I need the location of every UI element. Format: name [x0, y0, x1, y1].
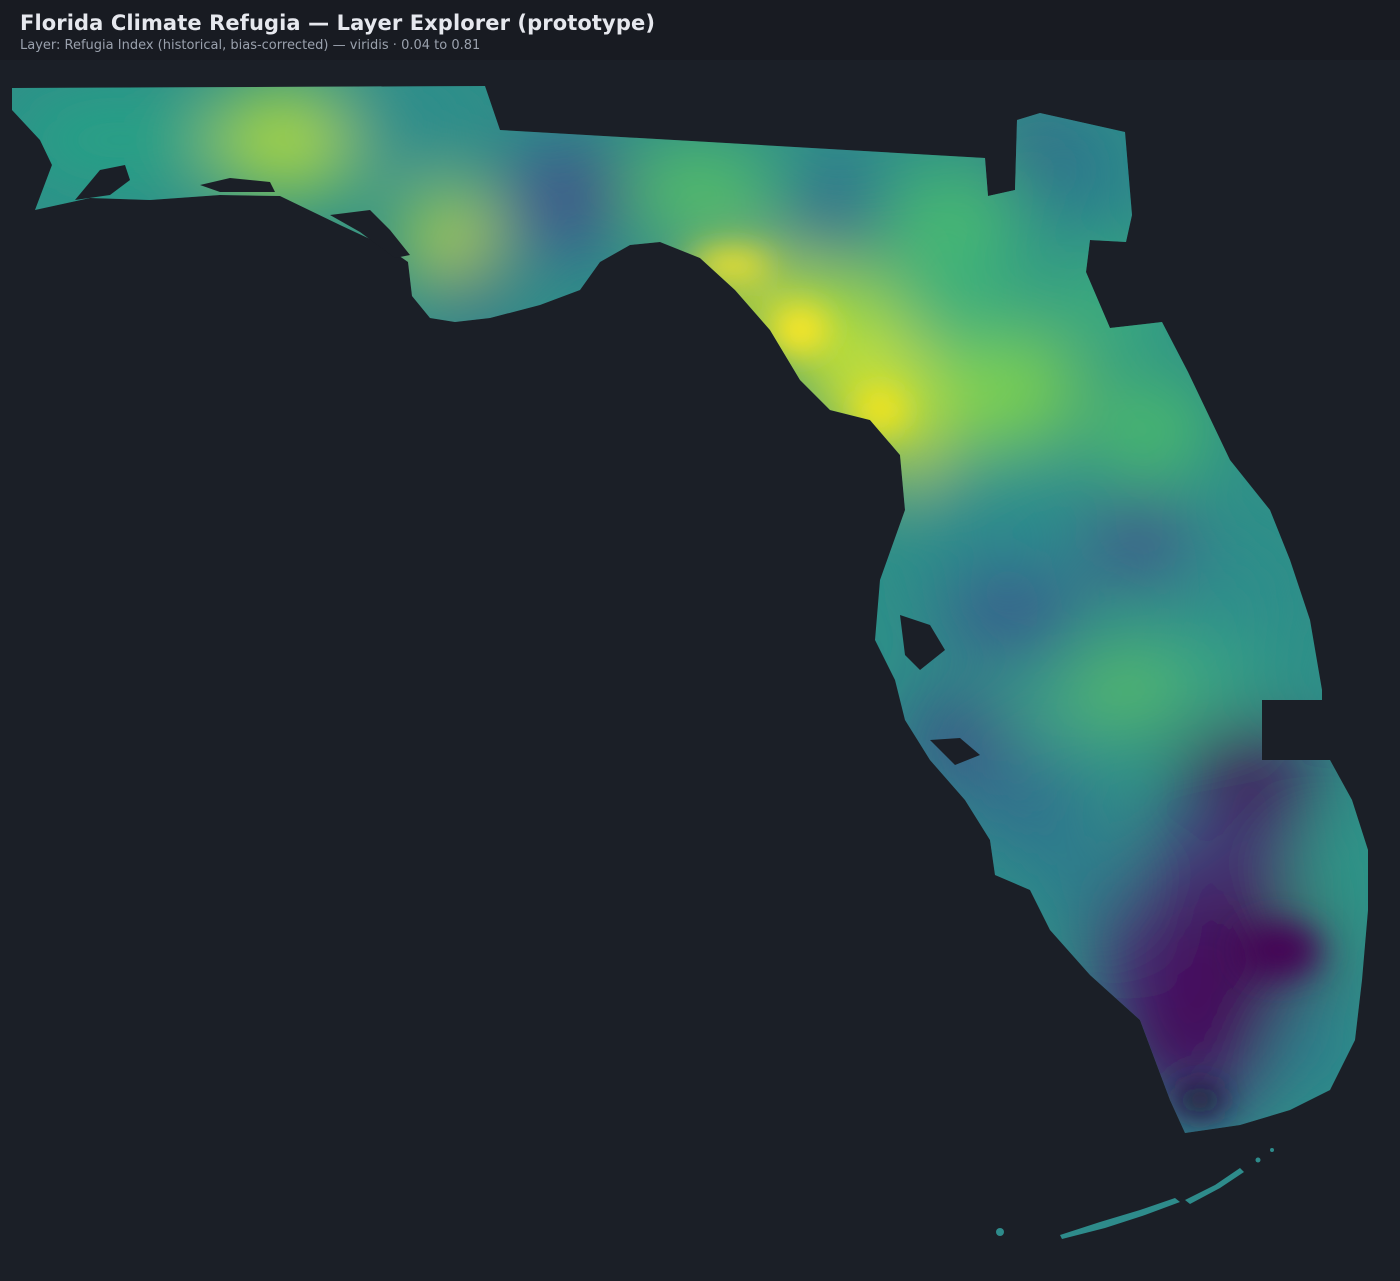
florida-keys — [996, 1148, 1274, 1239]
map-viewport[interactable] — [0, 60, 1400, 1281]
layer-subtitle: Layer: Refugia Index (historical, bias-c… — [20, 38, 481, 53]
header-bar: Florida Climate Refugia — Layer Explorer… — [0, 0, 1400, 60]
page-title: Florida Climate Refugia — Layer Explorer… — [20, 11, 656, 35]
map-canvas[interactable] — [0, 60, 1400, 1281]
refugia-raster-layer — [12, 86, 1368, 1133]
